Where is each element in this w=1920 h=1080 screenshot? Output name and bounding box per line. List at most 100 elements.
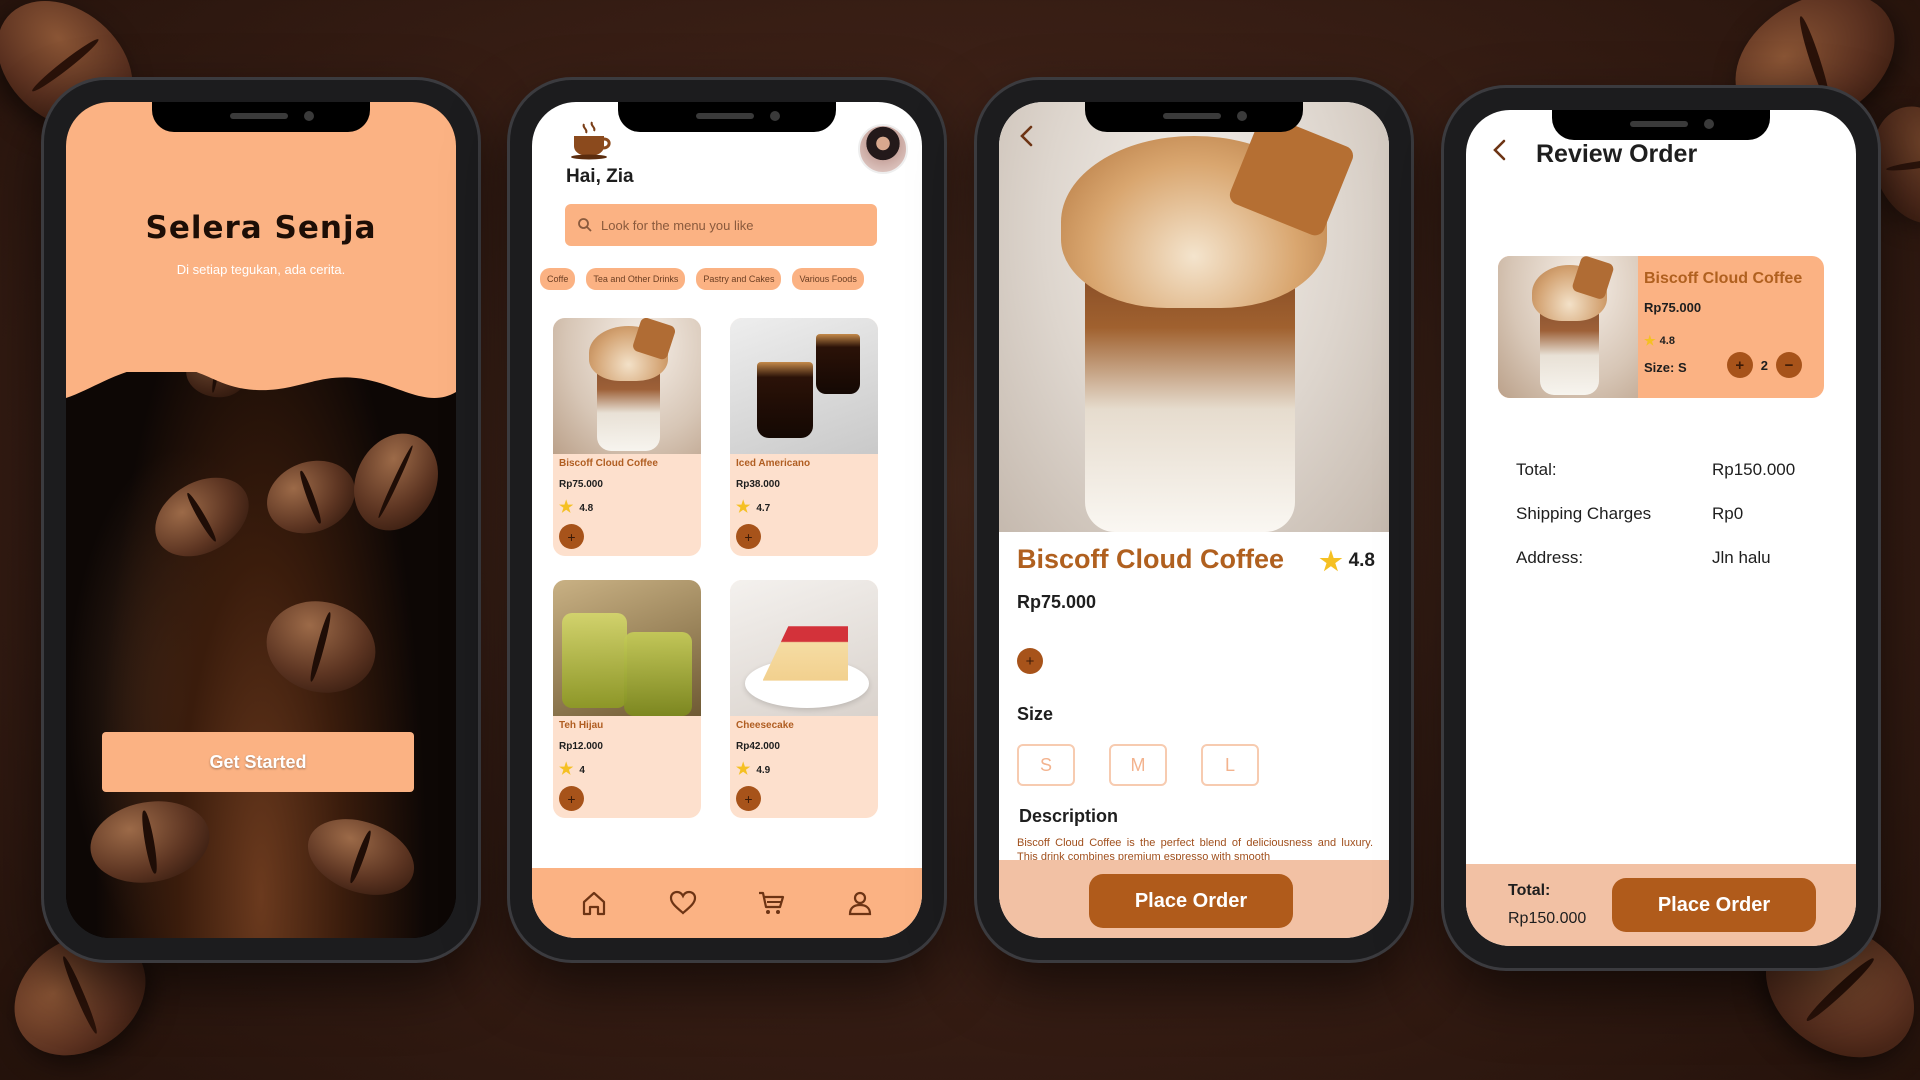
phone-notch: [152, 102, 370, 132]
product-name: Iced Americano: [736, 458, 811, 469]
footer-total-label: Total:: [1508, 882, 1551, 899]
category-chip-tea[interactable]: Tea and Other Drinks: [586, 268, 686, 290]
increase-quantity-button[interactable]: +: [1726, 352, 1753, 378]
home-icon[interactable]: [579, 888, 609, 918]
product-card[interactable]: Cheesecake Rp42.000 ★ 4.9 +: [730, 580, 878, 818]
search-icon: [578, 218, 592, 232]
back-arrow-icon[interactable]: [1015, 124, 1039, 148]
shipping-value: Rp0: [1712, 504, 1744, 523]
plus-icon: +: [567, 528, 576, 545]
product-image: [730, 580, 878, 716]
user-icon[interactable]: [845, 888, 875, 918]
bottom-navigation: [532, 868, 922, 938]
category-chips: Coffe Tea and Other Drinks Pastry and Ca…: [540, 268, 864, 290]
summary-row-total: Total: Rp150.000: [1516, 460, 1816, 480]
order-footer: Place Order: [999, 860, 1389, 938]
phone-review: Review Order Biscoff Cloud Coffee Rp75.0…: [1444, 88, 1878, 968]
order-footer: Total: Rp150.000 Place Order: [1466, 864, 1856, 946]
plus-icon: +: [1025, 652, 1035, 670]
search-placeholder: Look for the menu you like: [601, 217, 754, 233]
phone-notch: [1085, 102, 1303, 132]
phone-notch: [1552, 110, 1770, 140]
description-text: Biscoff Cloud Coffee is the perfect blen…: [1017, 837, 1373, 860]
user-avatar[interactable]: [858, 124, 908, 174]
decrease-quantity-button[interactable]: −: [1776, 352, 1802, 378]
star-icon: ★: [559, 761, 574, 778]
search-input[interactable]: Look for the menu you like: [565, 204, 877, 246]
order-item-name: Biscoff Cloud Coffee: [1644, 270, 1803, 287]
star-icon: ★: [736, 761, 751, 778]
plus-icon: +: [567, 790, 576, 807]
detail-screen: Biscoff Cloud Coffee ★ 4.8 Rp75.000 + Siz…: [999, 102, 1389, 938]
product-image: [1498, 256, 1638, 398]
summary-row-address: Address: Jln halu: [1516, 548, 1816, 568]
star-icon: ★: [559, 499, 574, 516]
category-chip-coffee[interactable]: Coffe: [540, 268, 576, 290]
size-option-s[interactable]: S: [1017, 744, 1075, 786]
home-screen: Hai, Zia Look for the menu you like Coff…: [532, 102, 922, 938]
product-card[interactable]: Biscoff Cloud Coffee Rp75.000 ★ 4.8 +: [553, 318, 701, 556]
add-to-cart-button[interactable]: +: [559, 786, 584, 811]
order-item-rating: ★ 4.8: [1644, 333, 1675, 348]
place-order-button[interactable]: Place Order: [1612, 878, 1816, 932]
category-chip-foods[interactable]: Various Foods: [792, 268, 864, 290]
total-label: Total:: [1516, 460, 1557, 479]
order-item-price: Rp75.000: [1644, 300, 1702, 315]
summary-row-shipping: Shipping Charges Rp0: [1516, 504, 1816, 524]
product-rating: ★ 4.9: [736, 761, 771, 778]
plus-icon: +: [1735, 356, 1745, 374]
back-arrow-icon[interactable]: [1488, 138, 1512, 162]
footer-total-value: Rp150.000: [1508, 910, 1587, 927]
star-icon: ★: [1319, 546, 1343, 576]
size-option-m[interactable]: M: [1109, 744, 1167, 786]
product-name: Cheesecake: [736, 720, 794, 731]
add-to-cart-button[interactable]: +: [559, 524, 584, 549]
product-image: [553, 318, 701, 454]
total-value: Rp150.000: [1712, 460, 1796, 479]
description-label: Description: [1019, 806, 1119, 826]
review-screen: Review Order Biscoff Cloud Coffee Rp75.0…: [1466, 110, 1856, 946]
product-price: Rp75.000: [1017, 592, 1097, 612]
add-to-cart-button[interactable]: +: [736, 524, 761, 549]
splash-screen: Selera Senja Di setiap tegukan, ada ceri…: [66, 102, 456, 938]
product-rating: ★ 4.8: [559, 499, 594, 516]
phone-notch: [618, 102, 836, 132]
shipping-label: Shipping Charges: [1516, 504, 1652, 523]
product-hero-image: [999, 102, 1389, 532]
wave-divider: [66, 352, 456, 398]
phone-home: Hai, Zia Look for the menu you like Coff…: [510, 80, 944, 960]
product-rating: ★ 4.7: [736, 499, 771, 516]
product-card[interactable]: Iced Americano Rp38.000 ★ 4.7 +: [730, 318, 878, 556]
minus-icon: −: [1784, 356, 1794, 374]
phone-splash: Selera Senja Di setiap tegukan, ada ceri…: [44, 80, 478, 960]
place-order-button[interactable]: Place Order: [1089, 874, 1293, 928]
order-item-size: Size: S: [1644, 360, 1687, 375]
greeting-text: Hai, Zia: [566, 166, 634, 187]
add-to-cart-button[interactable]: +: [1017, 648, 1043, 674]
category-chip-pastry[interactable]: Pastry and Cakes: [696, 268, 782, 290]
product-image: [730, 318, 878, 454]
get-started-button[interactable]: Get Started: [102, 732, 414, 792]
product-name: Teh Hijau: [559, 720, 604, 731]
phone-detail: Biscoff Cloud Coffee ★ 4.8 Rp75.000 + Siz…: [977, 80, 1411, 960]
product-rating: ★ 4.8: [1319, 546, 1375, 576]
size-label: Size: [1017, 704, 1054, 724]
app-tagline: Di setiap tegukan, ada cerita.: [176, 262, 346, 277]
plus-icon: +: [744, 528, 753, 545]
add-to-cart-button[interactable]: +: [736, 786, 761, 811]
cart-icon[interactable]: [756, 888, 786, 918]
order-item-card: Biscoff Cloud Coffee Rp75.000 ★ 4.8 Size:…: [1498, 256, 1824, 398]
page-title: Review Order: [1536, 140, 1698, 168]
product-card[interactable]: Teh Hijau Rp12.000 ★ 4 +: [553, 580, 701, 818]
order-summary: Total: Rp150.000 Shipping Charges Rp0 Ad…: [1516, 460, 1816, 592]
size-option-l[interactable]: L: [1201, 744, 1259, 786]
quantity-stepper: + 2 −: [1726, 352, 1802, 378]
address-value: Jln halu: [1712, 548, 1771, 567]
heart-icon[interactable]: [668, 888, 698, 918]
star-icon: ★: [1644, 333, 1656, 348]
product-image: [553, 580, 701, 716]
quantity-value: 2: [1760, 357, 1768, 373]
plus-icon: +: [744, 790, 753, 807]
product-name: Biscoff Cloud Coffee: [559, 458, 658, 469]
size-options: S M L: [1017, 744, 1259, 786]
